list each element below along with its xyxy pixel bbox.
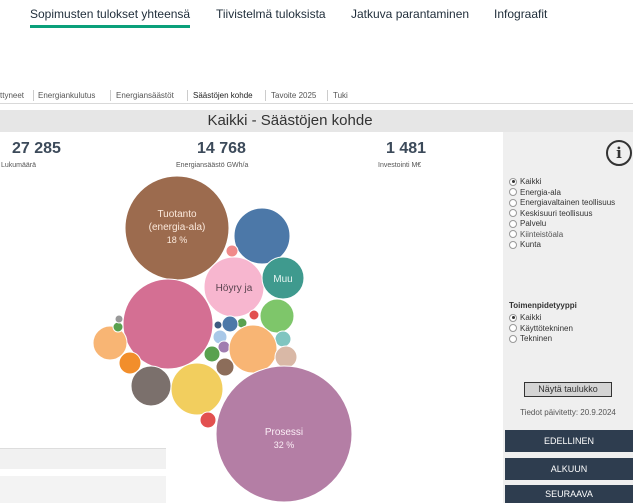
bubble-small-green[interactable] [203,345,221,363]
tab-jatkuva-parantaminen[interactable]: Jatkuva parantaminen [351,7,469,21]
radio-label: Kunta [520,240,541,249]
subtab-divider [327,90,328,101]
radio-tekninen[interactable]: Tekninen [509,334,573,345]
subtab-energiansaastot[interactable]: Energiansäästöt [116,91,174,100]
radio-label: Kaikki [520,313,542,322]
top-nav: Sopimusten tulokset yhteensä Tiivistelmä… [0,0,633,30]
info-icon[interactable]: i [606,140,632,166]
divider [0,103,633,104]
bubble-label-tuotanto-pct: 18 % [167,235,188,245]
radio-kayttotekninen[interactable]: Käyttötekninen [509,324,573,335]
start-button[interactable]: ALKUUN [505,458,633,480]
subtab-toteutuneet[interactable]: ttyneet [0,91,24,100]
bubble-small-navy[interactable] [213,320,223,330]
radio-dot [509,188,517,197]
bubble-label-hoyry: Höyry ja [216,283,253,294]
subtab-tuki[interactable]: Tuki [333,91,348,100]
radio-label: Energia-ala [520,187,561,197]
radio-label: Kaikki [520,177,542,186]
bubble-small-red[interactable] [199,411,217,429]
next-button[interactable]: SEURAAVA [505,485,633,503]
radio-kunta[interactable]: Kunta [509,240,615,251]
bubble-label-muu: Muu [273,274,292,285]
subtab-divider [265,90,266,101]
filter-panel: i Kaikki Energia-ala Energiavaltainen te… [503,132,633,503]
bubble-label-tuotanto: Tuotanto [157,209,197,220]
radio-label: Käyttötekninen [520,323,573,333]
bubble-gray[interactable] [130,365,172,407]
radio-kaikki[interactable]: Kaikki [509,177,615,188]
tab-infograafit[interactable]: Infograafit [494,7,547,21]
subtab-energiankulutus[interactable]: Energiankulutus [38,91,95,100]
tab-sopimusten-tulokset[interactable]: Sopimusten tulokset yhteensä [30,7,191,28]
radio-palvelu[interactable]: Palvelu [509,219,615,230]
bubble-teal[interactable] [274,330,292,348]
bubble-small-red[interactable] [248,309,260,321]
bubble-orange[interactable] [228,324,278,374]
radio-label: Energiavaltainen teollisuus [520,198,616,207]
radio-energiavaltainen[interactable]: Energiavaltainen teollisuus [509,198,615,209]
sub-tabs: ttyneet Energiankulutus Energiansäästöt … [0,89,633,103]
bubble-small-brown[interactable] [215,357,235,377]
bubble-tan[interactable] [274,345,298,369]
radio-dot [509,324,517,333]
radio-dot [509,177,517,186]
radio-label: Keskisuuri teollisuus [520,208,593,218]
show-table-button[interactable]: Näytä taulukko [524,382,612,397]
bubble-blue[interactable] [233,207,291,265]
radio-dot [509,230,517,239]
measure-filter: Kaikki Käyttötekninen Tekninen [509,313,573,345]
bottom-band [0,448,166,469]
bubble-small-green[interactable] [112,321,124,333]
measure-type-title: Toimenpidetyyppi [509,301,577,310]
radio-kiinteistoala[interactable]: Kiinteistöala [509,230,615,241]
subtab-divider [110,90,111,101]
bubble-label-prosessi-pct: 32 % [274,440,295,450]
radio-label: Tekninen [520,334,553,343]
radio-label: Kiinteistöala [520,229,564,239]
bubble-small-red[interactable] [225,244,239,258]
radio-dot [509,240,517,249]
page-title: Kaikki - Säästöjen kohde [207,112,373,129]
sector-filter: Kaikki Energia-ala Energiavaltainen teol… [509,177,615,251]
radio-dot [509,334,517,343]
radio-dot [509,209,517,218]
radio-dot [509,313,517,322]
radio-energia-ala[interactable]: Energia-ala [509,188,615,199]
subtab-tavoite-2025[interactable]: Tavoite 2025 [271,91,316,100]
subtab-saastojen-kohde[interactable]: Säästöjen kohde [193,91,253,100]
title-bar: Kaikki - Säästöjen kohde [0,110,633,132]
bubble-label-tuotanto-sub: (energia-ala) [149,222,206,233]
radio-measure-kaikki[interactable]: Kaikki [509,313,573,324]
bubble-yellow[interactable] [170,362,224,416]
radio-dot [509,219,517,228]
bubble-small-gray[interactable] [114,314,124,324]
radio-dot [509,198,517,207]
bottom-band [0,476,166,503]
radio-keskisuuri[interactable]: Keskisuuri teollisuus [509,209,615,220]
previous-button[interactable]: EDELLINEN [505,430,633,452]
updated-date: Tiedot päivitetty: 20.9.2024 [520,408,616,417]
bubble-small-blue[interactable] [221,315,239,333]
tab-tiivistelma[interactable]: Tiivistelmä tuloksista [216,7,326,21]
bubble-label-prosessi: Prosessi [265,427,303,438]
subtab-divider [187,90,188,101]
subtab-divider [33,90,34,101]
radio-label: Palvelu [520,219,547,228]
